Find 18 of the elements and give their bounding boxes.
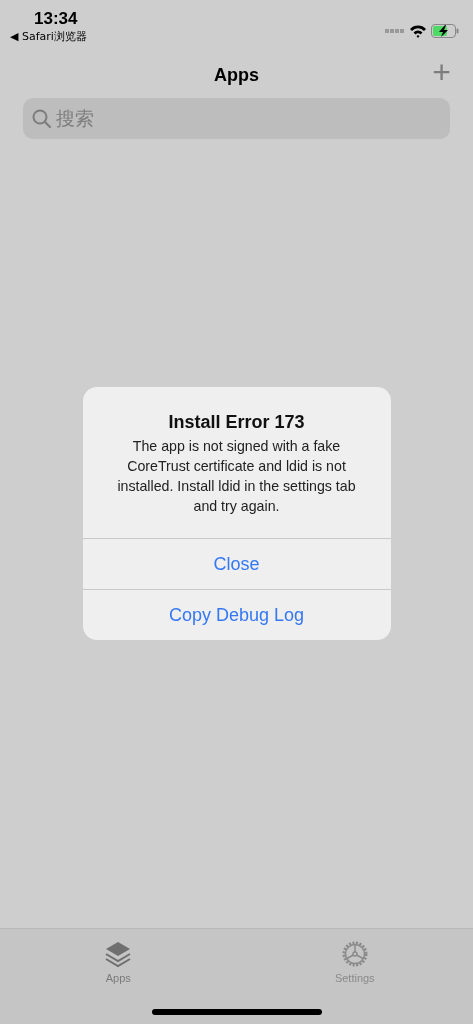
add-button[interactable]: + xyxy=(432,56,451,88)
layers-icon xyxy=(104,940,133,968)
back-link[interactable]: ◀ Safari浏览器 xyxy=(10,30,87,44)
signal-icon xyxy=(385,29,405,33)
time: 13:34 xyxy=(34,8,79,30)
copy-log-button[interactable]: Copy Debug Log xyxy=(82,589,391,640)
screen-title: Apps xyxy=(214,64,259,87)
search-icon xyxy=(32,108,52,129)
alert-title: Install Error 173 xyxy=(167,411,306,433)
alert-message: The app is not signed with a fake CoreTrust certificate and ldid is not installed. Install ldid in the settings tab and try again. xyxy=(116,437,357,516)
close-button[interactable]: Close xyxy=(82,538,391,589)
search-placeholder: 搜索 xyxy=(56,106,94,132)
tab-bar-item[interactable]: Apps xyxy=(0,929,237,1024)
tab-bar-item[interactable]: Settings xyxy=(236,929,473,1024)
home-indicator[interactable] xyxy=(152,1009,322,1015)
gear-icon xyxy=(340,940,369,968)
search-field[interactable]: 搜索 xyxy=(23,98,450,139)
wifi-icon xyxy=(409,24,427,38)
